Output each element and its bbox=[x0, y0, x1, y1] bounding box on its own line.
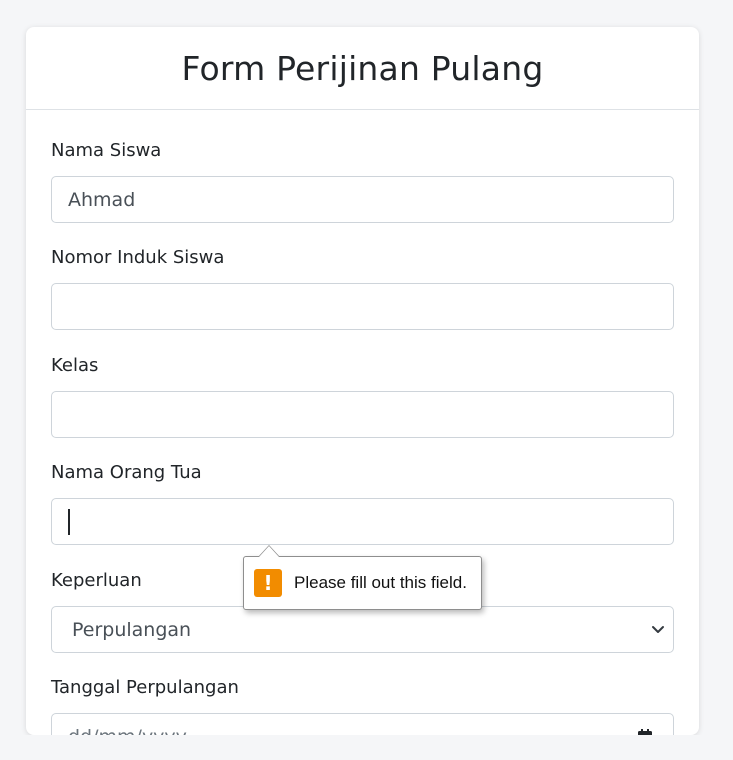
tooltip-arrow bbox=[258, 545, 280, 557]
permission-form-card: Form Perijinan Pulang Nama Siswa Ahmad N… bbox=[26, 27, 699, 735]
validation-message: Please fill out this field. bbox=[294, 573, 467, 592]
nama-siswa-value: Ahmad bbox=[68, 188, 136, 211]
card-header: Form Perijinan Pulang bbox=[26, 27, 699, 110]
label-nomor-induk: Nomor Induk Siswa bbox=[51, 247, 225, 268]
label-nama-orang-tua: Nama Orang Tua bbox=[51, 462, 202, 483]
keperluan-select[interactable]: Perpulangan bbox=[51, 606, 674, 653]
nama-siswa-input[interactable]: Ahmad bbox=[51, 176, 674, 223]
label-kelas: Kelas bbox=[51, 355, 99, 376]
page-title: Form Perijinan Pulang bbox=[181, 48, 544, 88]
label-keperluan: Keperluan bbox=[51, 570, 142, 591]
chevron-down-icon bbox=[652, 626, 664, 633]
tanggal-perpulangan-input[interactable]: dd/mm/yyyy bbox=[51, 713, 674, 735]
validation-tooltip: ! Please fill out this field. bbox=[243, 545, 482, 610]
nomor-induk-input[interactable] bbox=[51, 283, 674, 330]
label-nama-siswa: Nama Siswa bbox=[51, 140, 162, 161]
tanggal-placeholder: dd/mm/yyyy bbox=[68, 726, 187, 736]
warning-icon: ! bbox=[254, 569, 282, 597]
kelas-input[interactable] bbox=[51, 391, 674, 438]
page-bottom-background bbox=[0, 735, 733, 760]
calendar-icon[interactable] bbox=[637, 728, 653, 735]
keperluan-selected-value: Perpulangan bbox=[72, 618, 192, 641]
label-tanggal-perpulangan: Tanggal Perpulangan bbox=[51, 677, 239, 698]
nama-orang-tua-input[interactable] bbox=[51, 498, 674, 545]
text-cursor bbox=[68, 508, 70, 535]
